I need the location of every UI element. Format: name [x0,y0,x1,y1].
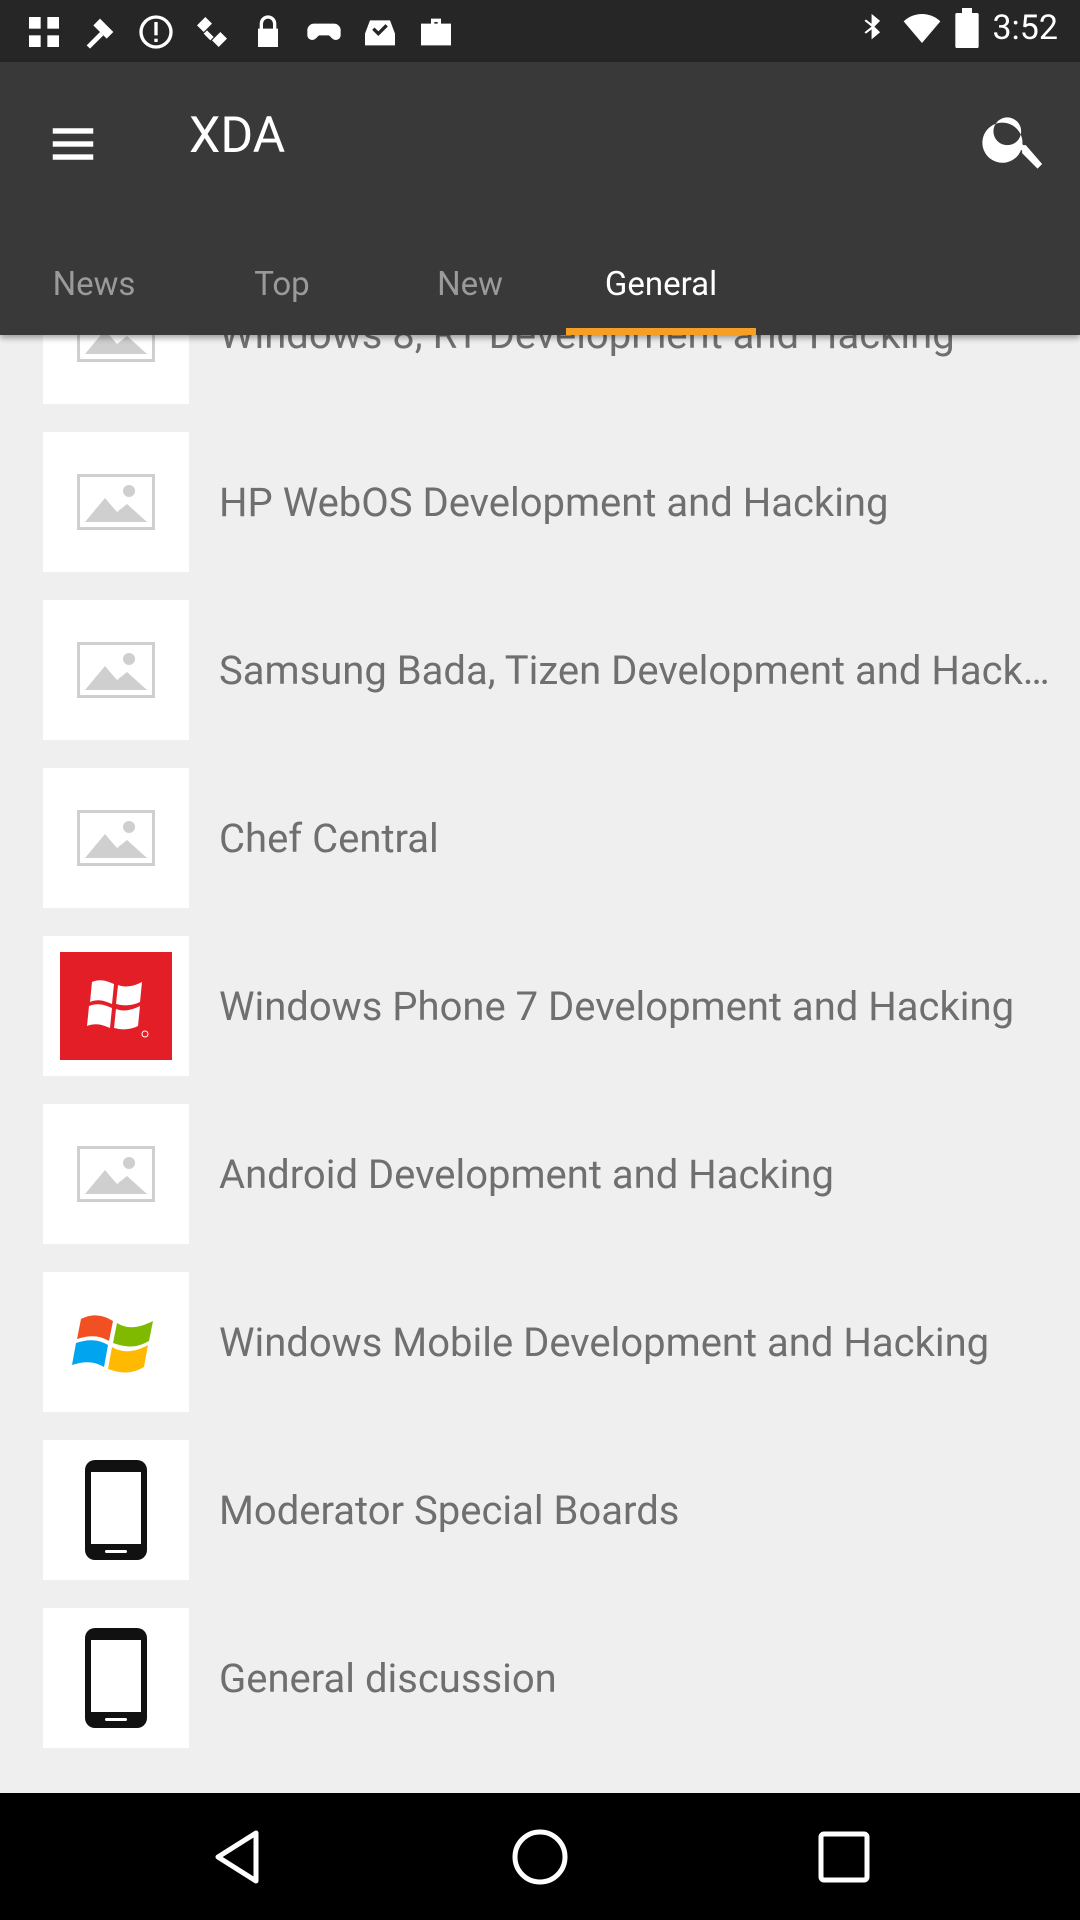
system-nav-bar [0,1793,1080,1920]
list-item[interactable]: Chef Central [0,752,1080,920]
status-system: 3:52 [856,8,1058,48]
hamburger-menu-icon[interactable] [46,117,100,171]
list-item-label: General discussion [219,1654,557,1702]
list-item[interactable]: HP WebOS Development and Hacking [0,416,1080,584]
image-placeholder-icon [43,1104,189,1244]
home-circle-icon[interactable] [508,1825,572,1889]
list-item[interactable]: Samsung Bada, Tizen Development and Hack… [0,584,1080,752]
tab-news[interactable]: News [0,234,188,335]
grid-icon [24,12,64,52]
status-notifications [24,12,456,52]
satellite-icon [192,12,232,52]
list-item[interactable]: Windows Phone 7 Development and Hacking [0,920,1080,1088]
list-item-label: Windows 8, RT Development and Hacking [219,335,1055,420]
image-placeholder-icon [43,432,189,572]
image-placeholder-icon [43,600,189,740]
list-item-label: HP WebOS Development and Hacking [219,478,889,526]
list-item-label: Samsung Bada, Tizen Development and Hack… [219,646,1055,694]
app-bar: XDA News Top New General [0,62,1080,335]
wifi-icon [902,8,942,48]
status-time: 3:52 [992,8,1058,48]
tab-active-indicator [566,328,756,335]
list-item[interactable]: Android Development and Hacking [0,1088,1080,1256]
tab-label: News [52,265,136,304]
image-placeholder-icon [43,768,189,908]
lock-icon [248,12,288,52]
smartphone-icon [43,1608,189,1748]
smartphone-icon [43,1440,189,1580]
tab-label: Top [254,265,310,304]
list-item-label: Chef Central [219,814,439,862]
tab-new[interactable]: New [376,234,564,335]
list-item-label: Android Development and Hacking [219,1150,834,1198]
tab-label: General [604,265,718,304]
signal-satellite-icon [80,12,120,52]
windows-phone-logo-icon [43,936,189,1076]
back-triangle-icon[interactable] [206,1825,270,1889]
list-item[interactable]: Moderator Special Boards [0,1424,1080,1592]
search-icon[interactable] [978,102,1052,176]
tab-label: New [437,265,503,304]
tab-top[interactable]: Top [188,234,376,335]
bluetooth-icon [856,8,890,48]
windows-logo-icon [43,1272,189,1412]
gamepad-icon [304,12,344,52]
battery-icon [954,8,980,48]
list-item[interactable]: Windows 8, RT Development and Hacking [0,335,1080,416]
inbox-check-icon [360,12,400,52]
alert-circle-icon [136,12,176,52]
forum-list[interactable]: Windows 8, RT Development and Hacking HP… [0,335,1080,1793]
list-item[interactable]: Windows Mobile Development and Hacking [0,1256,1080,1424]
status-bar: 3:52 [0,0,1080,62]
list-item-label: Windows Mobile Development and Hacking [219,1318,990,1366]
list-item-label: Moderator Special Boards [219,1486,680,1534]
tab-bar: News Top New General [0,234,1080,335]
tab-general[interactable]: General [566,234,756,335]
app-title: XDA [189,107,286,165]
recents-square-icon[interactable] [812,1825,876,1889]
list-item[interactable]: General discussion [0,1592,1080,1760]
list-item-label: Windows Phone 7 Development and Hacking [219,982,1015,1030]
image-placeholder-icon [43,335,189,404]
briefcase-icon [416,12,456,52]
